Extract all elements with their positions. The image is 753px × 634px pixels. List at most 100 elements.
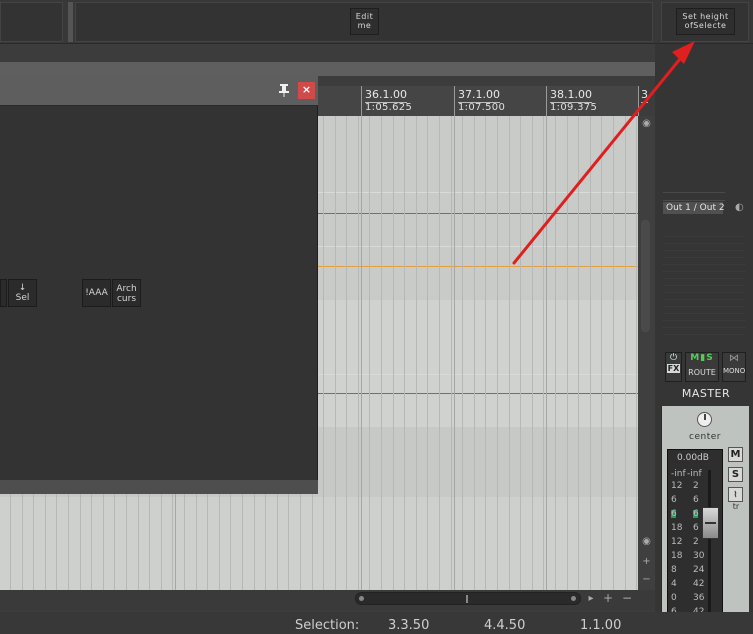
volume-fader[interactable] bbox=[702, 507, 719, 539]
grid-line bbox=[613, 116, 614, 590]
grid-line bbox=[520, 116, 521, 590]
selection-start[interactable]: 3.3.50 bbox=[388, 618, 429, 633]
floating-toolbar-window: × ↓ Sel !AAA Arch curs bbox=[0, 74, 318, 494]
meter-scale-label: 0 bbox=[671, 593, 677, 603]
arch-cursor-button[interactable]: Arch curs bbox=[112, 279, 141, 307]
moon-icon[interactable]: ◐ bbox=[735, 202, 747, 214]
mono-label: MONO bbox=[723, 367, 746, 375]
grid-line bbox=[451, 116, 452, 590]
zoom-in-horizontal-icon[interactable]: + bbox=[601, 591, 615, 605]
master-track-label: MASTER bbox=[681, 387, 731, 400]
select-button[interactable]: ↓ Sel bbox=[8, 279, 37, 307]
meter-scale-label: 18 bbox=[671, 551, 683, 561]
selection-length[interactable]: 1.1.00 bbox=[580, 618, 621, 633]
set-height-of-selected-button[interactable]: Set height ofSelecte bbox=[676, 8, 735, 35]
pan-label: center bbox=[689, 432, 721, 442]
meter-scale-label: 2 bbox=[693, 481, 699, 491]
grid-line bbox=[393, 116, 394, 590]
grid-line bbox=[567, 116, 568, 590]
meter-scale-label: 6 bbox=[671, 495, 677, 505]
vertical-scroll-thumb[interactable] bbox=[641, 220, 650, 332]
grid-line bbox=[381, 116, 382, 590]
ruler-bar-label: 36.1.00 bbox=[365, 88, 407, 103]
scroll-up-icon[interactable]: ◉ bbox=[640, 118, 653, 130]
meter-scale-label: 12 bbox=[671, 481, 683, 491]
grid-line bbox=[497, 116, 498, 590]
zoom-in-vertical-icon[interactable]: + bbox=[640, 556, 653, 568]
pan-knob[interactable] bbox=[697, 412, 712, 427]
meter-icon: M▮S bbox=[690, 353, 714, 363]
route-button[interactable]: M▮S ROUTE bbox=[685, 352, 719, 382]
daw-window: Edit me Set height ofSelecte 36.1.00 1:0… bbox=[0, 0, 753, 634]
mute-button[interactable]: M bbox=[728, 447, 743, 462]
mono-button[interactable]: ⋈ MONO bbox=[722, 352, 746, 382]
fx-button[interactable]: ⏻ FX bbox=[665, 352, 682, 382]
meter-scale-label: 42 bbox=[693, 579, 705, 589]
grid-line bbox=[636, 116, 637, 590]
grid-line bbox=[427, 116, 428, 590]
aaa-button[interactable]: !AAA bbox=[82, 279, 111, 307]
grid-line bbox=[335, 116, 336, 590]
stereo-icon: ⋈ bbox=[729, 353, 739, 364]
grid-line bbox=[462, 116, 463, 590]
meter-scale-label: 6 bbox=[693, 495, 699, 505]
meter-scale-label: 6 bbox=[693, 523, 699, 533]
selection-label: Selection: bbox=[295, 618, 360, 633]
set-height-line2: ofSelecte bbox=[684, 21, 727, 30]
fx-label: FX bbox=[667, 364, 680, 373]
window-title-bar[interactable] bbox=[0, 74, 318, 106]
toolbar-grip[interactable] bbox=[68, 2, 73, 42]
ruler-bar-label: 3 bbox=[641, 88, 648, 103]
arch-line1: Arch bbox=[116, 284, 137, 294]
solo-button[interactable]: S bbox=[728, 467, 743, 482]
grid-line bbox=[323, 116, 324, 590]
grid-line bbox=[404, 116, 405, 590]
grid-line bbox=[578, 116, 579, 590]
grid-line bbox=[601, 116, 602, 590]
grid-line bbox=[590, 116, 591, 590]
trim-label: tr bbox=[732, 502, 740, 511]
scroll-position-marker bbox=[466, 595, 468, 603]
ruler-bar-label: 38.1.00 bbox=[550, 88, 592, 103]
grid-line-major bbox=[361, 116, 362, 590]
peak-left-readout: -inf bbox=[671, 469, 686, 479]
grid-line bbox=[509, 116, 510, 590]
horizontal-scrollbar[interactable] bbox=[355, 592, 581, 605]
grid-line bbox=[358, 116, 359, 590]
grid-line bbox=[532, 116, 533, 590]
selection-end[interactable]: 4.4.50 bbox=[484, 618, 525, 633]
select-button-label: Sel bbox=[15, 293, 30, 303]
edit-me-button[interactable]: Edit me bbox=[350, 8, 379, 35]
power-icon: ⏻ bbox=[669, 353, 678, 363]
vertical-scrollbar[interactable]: ◉ ◉ + − bbox=[638, 116, 655, 590]
zoom-out-vertical-icon[interactable]: − bbox=[640, 574, 653, 586]
meter-scale-label: 36 bbox=[693, 593, 705, 603]
grid-line-major bbox=[546, 116, 547, 590]
arrow-down-icon: ↓ bbox=[18, 283, 27, 293]
toolbar-segment bbox=[0, 2, 63, 42]
set-height-line1: Set height bbox=[682, 12, 729, 21]
grid-line bbox=[346, 116, 347, 590]
zoom-out-horizontal-icon[interactable]: − bbox=[620, 591, 634, 605]
envelope-icon[interactable]: ⌇ bbox=[728, 487, 743, 502]
meter-scale-label: 6 bbox=[671, 509, 677, 519]
scroll-right-icon[interactable]: ▸ bbox=[584, 592, 598, 605]
timeline-ruler[interactable]: 36.1.00 1:05.625 37.1.00 1:07.500 38.1.0… bbox=[318, 86, 648, 116]
meter-scale-label: 18 bbox=[671, 523, 683, 533]
main-toolbar: Edit me Set height ofSelecte bbox=[0, 0, 753, 44]
truncated-button[interactable] bbox=[0, 279, 7, 307]
edit-me-line2: me bbox=[357, 21, 372, 30]
output-routing-label[interactable]: Out 1 / Out 2 bbox=[663, 202, 725, 214]
meter-scale-label: 24 bbox=[693, 565, 705, 575]
scroll-down-icon[interactable]: ◉ bbox=[640, 536, 653, 548]
volume-readout: 0.00dB bbox=[677, 453, 709, 463]
grid-line bbox=[625, 116, 626, 590]
grid-line bbox=[474, 116, 475, 590]
pin-icon[interactable] bbox=[277, 83, 291, 97]
grid-line bbox=[543, 116, 544, 590]
peak-right-readout: -inf bbox=[687, 469, 702, 479]
close-button[interactable]: × bbox=[298, 82, 315, 99]
ruler-time-label: 1:05.625 bbox=[365, 102, 413, 113]
grid-line bbox=[369, 116, 370, 590]
meter-scale-label: 8 bbox=[671, 565, 677, 575]
